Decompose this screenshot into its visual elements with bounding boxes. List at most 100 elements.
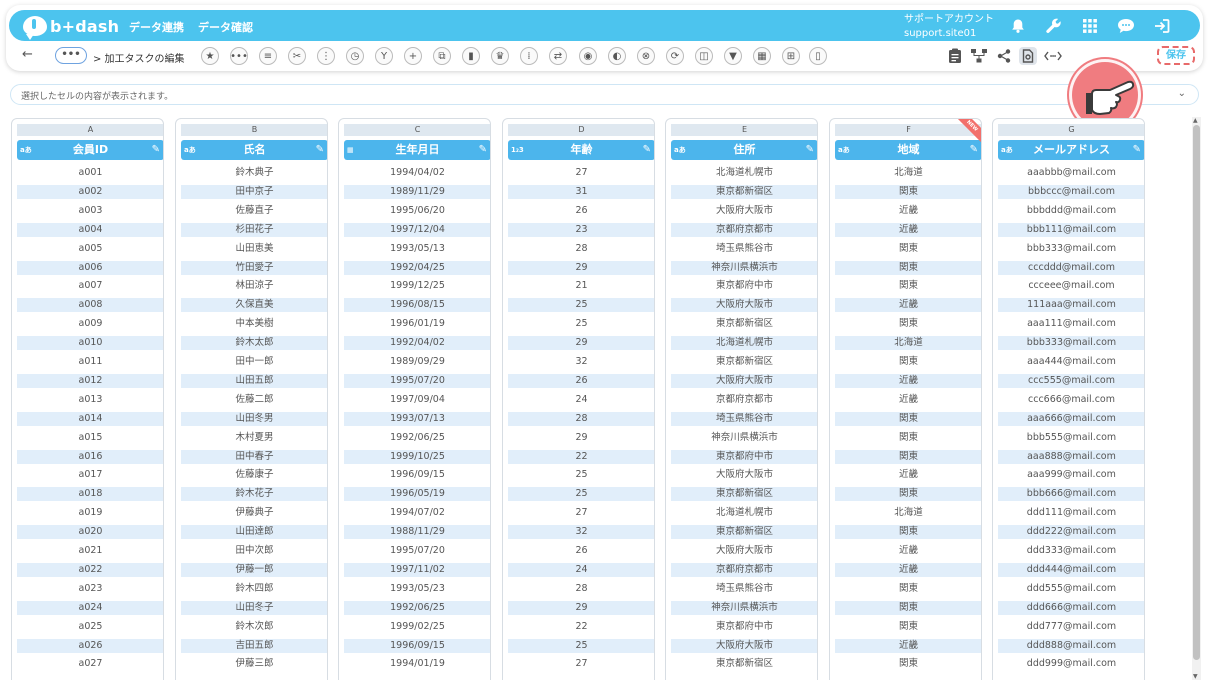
table-cell[interactable]: 28 (508, 411, 654, 426)
table-cell[interactable]: 25 (508, 487, 654, 502)
column-letter[interactable]: B (181, 124, 327, 136)
table-cell[interactable]: a025 (17, 620, 163, 634)
table-cell[interactable]: 29 (508, 336, 654, 351)
table-cell[interactable]: cccddd@mail.com (998, 260, 1144, 275)
table-cell[interactable]: 京都府京都市 (671, 222, 817, 237)
column-header[interactable]: aあ メールアドレス ✎ (998, 140, 1144, 160)
table-cell[interactable]: 鈴木太郎 (181, 336, 327, 351)
table-cell[interactable]: 関東 (835, 582, 981, 596)
scroll-thumb[interactable] (1193, 125, 1200, 660)
table-cell[interactable]: 田中一郎 (181, 355, 327, 369)
table-cell[interactable]: 関東 (835, 184, 981, 199)
table-cell[interactable]: 27 (508, 657, 654, 671)
table-cell[interactable]: a020 (17, 525, 163, 540)
scroll-up-icon[interactable]: ▲ (1193, 117, 1198, 124)
table-cell[interactable]: 1999/02/25 (344, 620, 490, 634)
column-header[interactable]: aあ 住所 ✎ (671, 140, 817, 160)
table-cell[interactable]: 29 (508, 431, 654, 445)
table-cell[interactable]: 東京都新宿区 (671, 657, 817, 671)
table-cell[interactable]: a014 (17, 411, 163, 426)
table-cell[interactable]: a024 (17, 600, 163, 615)
table-cell[interactable]: bbbddd@mail.com (998, 204, 1144, 218)
table-cell[interactable]: 1999/12/25 (344, 279, 490, 293)
column-header[interactable]: ▦ 生年月日 ✎ (344, 140, 490, 160)
table-cell[interactable]: 大阪府大阪市 (671, 373, 817, 388)
table-cell[interactable]: 1992/06/25 (344, 600, 490, 615)
table-cell[interactable]: 1996/09/15 (344, 638, 490, 653)
table-cell[interactable]: 大阪府大阪市 (671, 298, 817, 313)
table-cell[interactable]: bbb333@mail.com (998, 336, 1144, 351)
table-cell[interactable]: a027 (17, 657, 163, 671)
table-cell[interactable]: 関東 (835, 431, 981, 445)
table-cell[interactable]: 木村夏男 (181, 431, 327, 445)
table-cell[interactable]: 29 (508, 260, 654, 275)
table-cell[interactable]: a009 (17, 317, 163, 331)
table-cell[interactable]: 伊藤典子 (181, 506, 327, 520)
nav-data-check[interactable]: データ確認 (198, 19, 253, 35)
column-header[interactable]: aあ 氏名 ✎ (181, 140, 327, 160)
table-cell[interactable]: a015 (17, 431, 163, 445)
code-icon[interactable] (1044, 47, 1062, 65)
table-cell[interactable]: aaa111@mail.com (998, 317, 1144, 331)
table-cell[interactable]: 25 (508, 468, 654, 482)
column-header[interactable]: aあ 会員ID ✎ (17, 140, 163, 160)
table-cell[interactable]: a006 (17, 260, 163, 275)
table-cell[interactable]: 神奈川県横浜市 (671, 600, 817, 615)
split-tool-icon[interactable]: ⋮ (317, 47, 335, 65)
table-cell[interactable]: 28 (508, 242, 654, 256)
table-cell[interactable]: a021 (17, 544, 163, 558)
table-cell[interactable]: bbb111@mail.com (998, 222, 1144, 237)
account-info[interactable]: サポートアカウント support.site01 (904, 13, 994, 41)
wrench-icon[interactable] (1044, 16, 1064, 36)
table-cell[interactable]: 田中京子 (181, 184, 327, 199)
table-cell[interactable]: 大阪府大阪市 (671, 638, 817, 653)
table-cell[interactable]: 鈴木典子 (181, 166, 327, 180)
table-cell[interactable]: 関東 (835, 317, 981, 331)
delete-tool-icon[interactable]: ▮ (462, 47, 480, 65)
table-cell[interactable]: aaa666@mail.com (998, 411, 1144, 426)
table-cell[interactable]: 26 (508, 373, 654, 388)
column-letter[interactable]: F (835, 124, 981, 136)
table-cell[interactable]: 山田五郎 (181, 373, 327, 388)
expand-tool-icon[interactable]: ⁞ (520, 47, 538, 65)
table-cell[interactable]: 近畿 (835, 544, 981, 558)
table-cell[interactable]: 25 (508, 298, 654, 313)
table-cell[interactable]: 神奈川県横浜市 (671, 260, 817, 275)
table-cell[interactable]: 関東 (835, 449, 981, 464)
table-cell[interactable]: 関東 (835, 260, 981, 275)
table-cell[interactable]: ddd888@mail.com (998, 638, 1144, 653)
table-cell[interactable]: 北海道札幌市 (671, 506, 817, 520)
table-cell[interactable]: ddd555@mail.com (998, 582, 1144, 596)
table-cell[interactable]: 24 (508, 562, 654, 577)
table-cell[interactable]: 伊藤一郎 (181, 562, 327, 577)
table-cell[interactable]: 関東 (835, 620, 981, 634)
box-tool-icon[interactable]: ◐ (608, 47, 626, 65)
table-cell[interactable]: a003 (17, 204, 163, 218)
save-button[interactable]: 保存 (1157, 46, 1195, 65)
table-cell[interactable]: a001 (17, 166, 163, 180)
table-cell[interactable]: 竹田愛子 (181, 260, 327, 275)
table-cell[interactable]: 北海道札幌市 (671, 166, 817, 180)
back-button[interactable]: ← (22, 47, 33, 62)
table-cell[interactable]: bbbccc@mail.com (998, 184, 1144, 199)
table-cell[interactable]: 1988/11/29 (344, 525, 490, 540)
column-letter[interactable]: C (344, 124, 490, 136)
table-cell[interactable]: ddd444@mail.com (998, 562, 1144, 577)
table-cell[interactable]: aaabbb@mail.com (998, 166, 1144, 180)
table-cell[interactable]: 佐藤二郎 (181, 393, 327, 407)
column-header[interactable]: aあ 地域 ✎ (835, 140, 981, 160)
table-cell[interactable]: a004 (17, 222, 163, 237)
table-cell[interactable]: bbb555@mail.com (998, 431, 1144, 445)
table-cell[interactable]: 1997/11/02 (344, 562, 490, 577)
table-cell[interactable]: a013 (17, 393, 163, 407)
table-cell[interactable]: 22 (508, 449, 654, 464)
table-cell[interactable]: 1992/04/02 (344, 336, 490, 351)
column-tool-icon[interactable]: ▯ (809, 47, 827, 65)
flow-diagram-icon[interactable] (970, 47, 988, 65)
table-cell[interactable]: 山田達郎 (181, 525, 327, 540)
table-cell[interactable]: 26 (508, 204, 654, 218)
table-cell[interactable]: a008 (17, 298, 163, 313)
apps-grid-icon[interactable] (1080, 16, 1100, 36)
edit-pencil-icon[interactable]: ✎ (970, 140, 978, 160)
table-cell[interactable]: a011 (17, 355, 163, 369)
